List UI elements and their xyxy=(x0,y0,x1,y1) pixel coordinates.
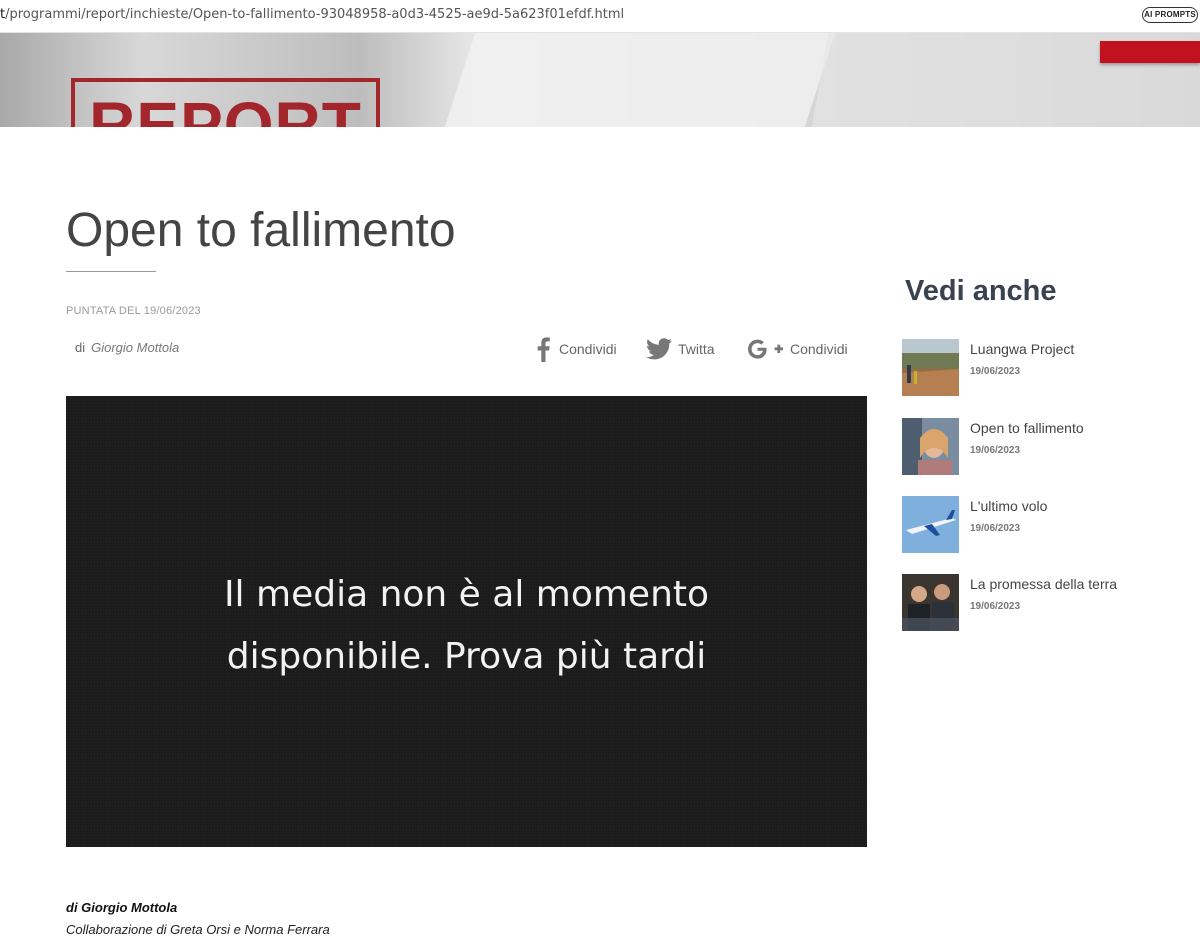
thumbnail-image[interactable] xyxy=(902,574,959,631)
share-facebook-label: Condividi xyxy=(559,341,617,357)
media-unavailable-message: Il media non è al momento disponibile. P… xyxy=(66,564,867,688)
sidebar-item-label[interactable]: L'ultimo volo xyxy=(970,498,1047,514)
sidebar-item-luangwa-project[interactable]: Luangwa Project 19/06/2023 xyxy=(902,339,1192,397)
sidebar-item-label[interactable]: Open to fallimento xyxy=(970,420,1084,436)
sidebar-item-label[interactable]: Luangwa Project xyxy=(970,341,1074,357)
credit-collaboration: Collaborazione di Greta Orsi e Norma Fer… xyxy=(66,922,330,937)
credit-author: di Giorgio Mottola xyxy=(66,900,178,915)
page-title: Open to fallimento xyxy=(66,204,456,257)
banner-highlight xyxy=(444,33,836,127)
byline: di Giorgio Mottola xyxy=(75,340,179,355)
logo-text: REPORT xyxy=(89,89,362,127)
google-plus-icon xyxy=(748,339,783,359)
twitter-icon xyxy=(646,338,672,360)
facebook-icon xyxy=(537,337,550,362)
sidebar-item-label[interactable]: La promessa della terra xyxy=(970,576,1117,592)
share-googleplus-button[interactable]: Condividi xyxy=(746,336,848,362)
address-bar[interactable]: t/programmi/report/inchieste/Open-to-fal… xyxy=(0,0,1200,33)
ai-prompts-button[interactable]: AI PROMPTS xyxy=(1142,7,1198,23)
message-line: disponibile. Prova più tardi xyxy=(226,636,707,677)
video-player[interactable]: Il media non è al momento disponibile. P… xyxy=(66,396,867,847)
thumbnail-image[interactable] xyxy=(902,418,959,475)
title-divider xyxy=(66,271,156,272)
message-line: Il media non è al momento xyxy=(223,574,710,615)
report-logo[interactable]: REPORT xyxy=(71,78,380,127)
thumbnail-image[interactable] xyxy=(902,496,959,553)
sidebar-item-la-promessa-della-terra[interactable]: La promessa della terra 19/06/2023 xyxy=(902,574,1192,632)
header-banner: REPORT xyxy=(0,33,1200,127)
share-facebook-button[interactable]: Condividi xyxy=(533,336,617,362)
banner-red-bar xyxy=(1100,41,1200,63)
sidebar-item-lultimo-volo[interactable]: L'ultimo volo 19/06/2023 xyxy=(902,496,1192,554)
share-twitter-button[interactable]: Twitta xyxy=(646,336,715,362)
share-googleplus-label: Condividi xyxy=(790,341,848,357)
byline-prefix: di xyxy=(75,340,86,355)
sidebar-title: Vedi anche xyxy=(905,275,1057,307)
sidebar-item-date: 19/06/2023 xyxy=(970,366,1021,377)
episode-date: PUNTATA DEL 19/06/2023 xyxy=(66,305,201,317)
sidebar-item-date: 19/06/2023 xyxy=(970,523,1021,534)
share-twitter-label: Twitta xyxy=(678,341,715,357)
sidebar-item-open-to-fallimento[interactable]: Open to fallimento 19/06/2023 xyxy=(902,418,1192,476)
author-link[interactable]: Giorgio Mottola xyxy=(91,340,179,355)
url-text[interactable]: t/programmi/report/inchieste/Open-to-fal… xyxy=(0,7,624,22)
sidebar-item-date: 19/06/2023 xyxy=(970,445,1021,456)
sidebar-item-date: 19/06/2023 xyxy=(970,601,1021,612)
thumbnail-image[interactable] xyxy=(902,339,959,396)
